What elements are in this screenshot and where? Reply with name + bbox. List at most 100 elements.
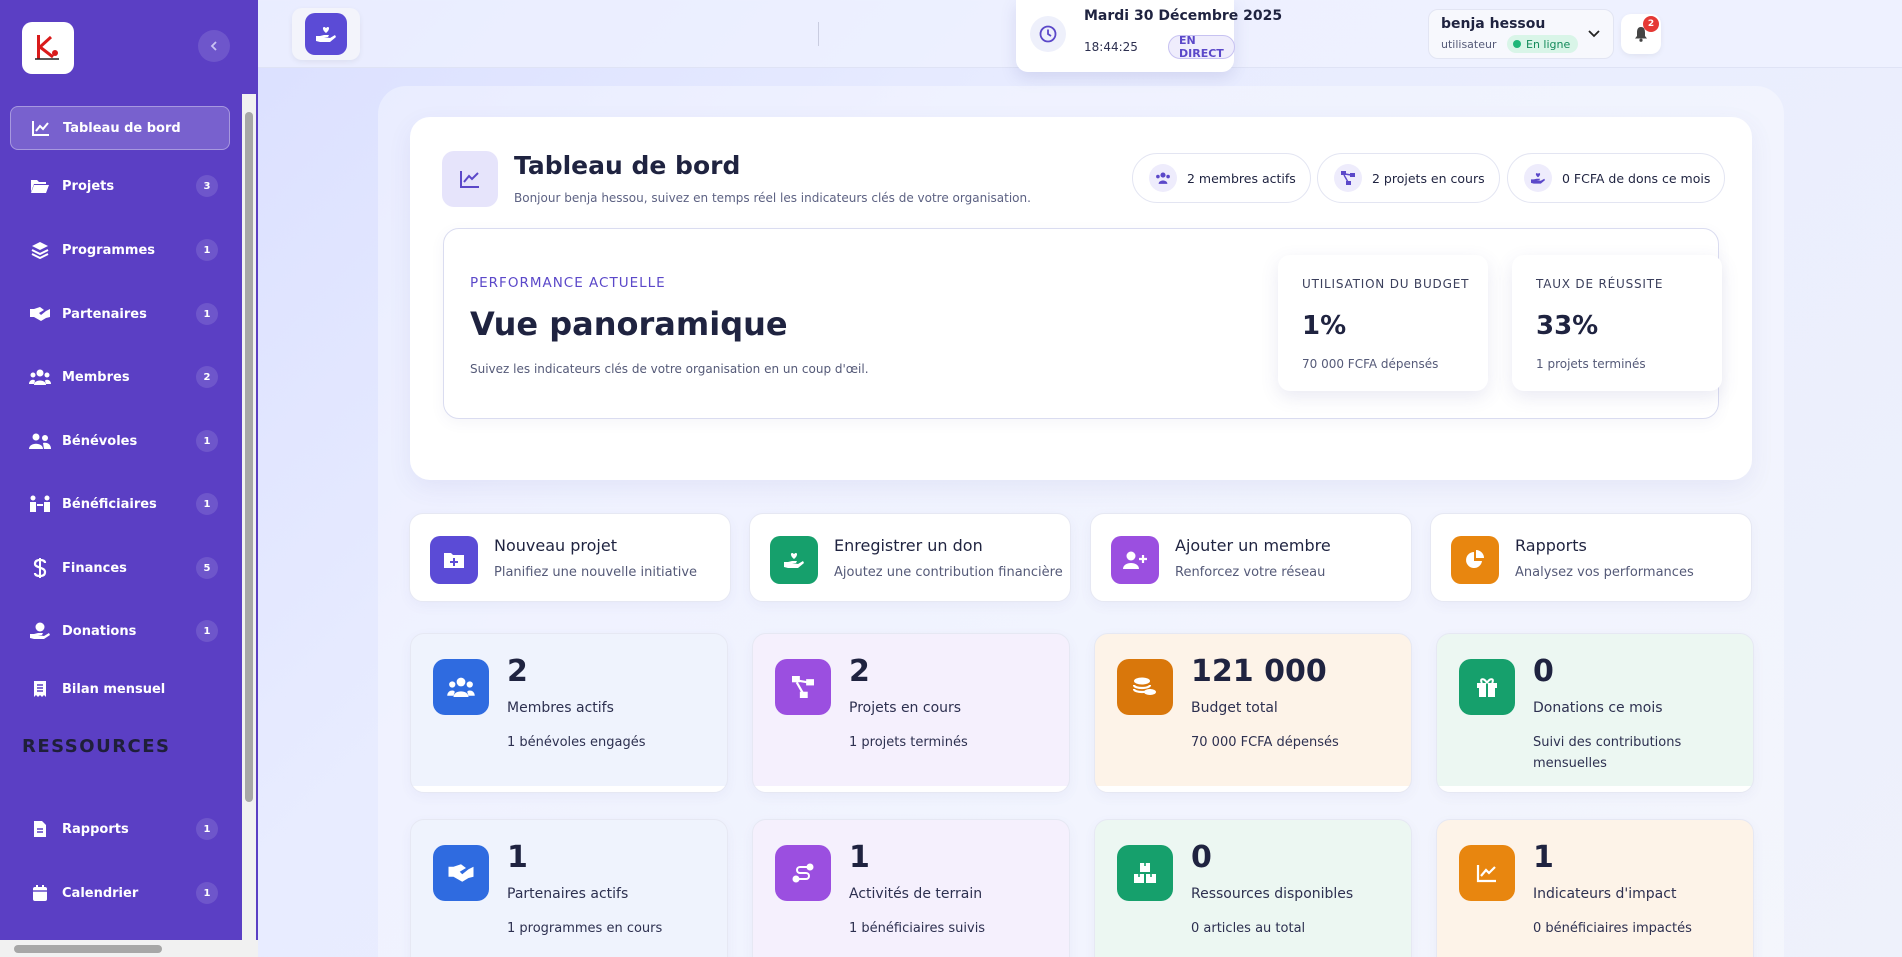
collapse-sidebar-button[interactable] xyxy=(198,30,230,62)
receipt-icon xyxy=(26,680,54,698)
stat-card-impact[interactable]: 1 Indicateurs d'impact 0 bénéficiaires i… xyxy=(1436,819,1754,957)
chevron-down-icon[interactable] xyxy=(1587,26,1601,40)
quick-action-reports[interactable]: Rapports Analysez vos performances xyxy=(1430,513,1752,602)
sidebar-item-beneficiaires[interactable]: Bénéficiaires 1 xyxy=(10,482,230,526)
stat-value: 2 xyxy=(849,654,870,689)
stat-label: Projets en cours xyxy=(849,700,962,716)
performance-panel: PERFORMANCE ACTUELLE Vue panoramique Sui… xyxy=(443,228,1722,419)
metric-value: 1% xyxy=(1302,311,1347,341)
sidebar-item-label: Programmes xyxy=(62,242,156,258)
chart-line-icon xyxy=(1459,845,1515,901)
coins-icon xyxy=(1117,659,1173,715)
user-name: benja hessou xyxy=(1441,16,1546,32)
pill-projects: 2 projets en cours xyxy=(1317,153,1500,203)
folder-open-icon xyxy=(26,178,54,194)
budget-usage-card: UTILISATION DU BUDGET 1% 70 000 FCFA dép… xyxy=(1278,255,1488,391)
quick-action-subtitle: Ajoutez une contribution financière xyxy=(834,565,1063,580)
quick-action-title: Nouveau projet xyxy=(494,536,617,555)
performance-heading: Vue panoramique xyxy=(470,305,788,343)
count-badge: 1 xyxy=(196,493,218,515)
sidebar-item-partenaires[interactable]: Partenaires 1 xyxy=(10,292,230,336)
stat-card-field-activities[interactable]: 1 Activités de terrain 1 bénéficiaires s… xyxy=(752,819,1070,957)
quick-action-subtitle: Renforcez votre réseau xyxy=(1175,565,1326,580)
sidebar-item-rapports[interactable]: Rapports 1 xyxy=(10,807,230,851)
sidebar-item-projets[interactable]: Projets 3 xyxy=(10,164,230,208)
stat-card-budget[interactable]: 121 000 Budget total 70 000 FCFA dépensé… xyxy=(1094,633,1412,793)
sidebar-horizontal-scrollbar[interactable] xyxy=(0,940,258,957)
sidebar-item-label: Calendrier xyxy=(62,885,139,901)
count-badge: 1 xyxy=(196,818,218,840)
handshake-icon xyxy=(26,306,54,322)
layer-group-icon xyxy=(26,241,54,259)
users-icon xyxy=(433,659,489,715)
status-label: En ligne xyxy=(1526,37,1571,51)
sidebar-item-bilan[interactable]: Bilan mensuel xyxy=(10,667,230,711)
stat-subtext: 1 programmes en cours xyxy=(507,921,663,936)
stat-label: Budget total xyxy=(1191,700,1278,716)
quick-action-record-donation[interactable]: Enregistrer un don Ajoutez une contribut… xyxy=(749,513,1071,602)
calendar-icon xyxy=(26,884,54,902)
stat-subtext: Suivi des contributions mensuelles xyxy=(1533,735,1682,771)
stat-card-members[interactable]: 2 Membres actifs 1 bénévoles engagés xyxy=(410,633,728,793)
sidebar-item-label: Membres xyxy=(62,369,130,385)
page-title: Tableau de bord xyxy=(514,151,741,180)
quick-action-add-member[interactable]: Ajouter un membre Renforcez votre réseau xyxy=(1090,513,1412,602)
stat-card-resources[interactable]: 0 Ressources disponibles 0 articles au t… xyxy=(1094,819,1412,957)
notification-count-badge: 2 xyxy=(1643,16,1659,32)
project-diagram-icon xyxy=(775,659,831,715)
notifications-button[interactable]: 2 xyxy=(1621,14,1661,54)
stat-label: Ressources disponibles xyxy=(1191,886,1354,902)
pill-members: 2 membres actifs xyxy=(1132,153,1311,203)
app-logo[interactable] xyxy=(22,22,74,74)
stat-accent-bar xyxy=(411,786,727,792)
stat-accent-bar xyxy=(1095,786,1411,792)
sidebar-item-membres[interactable]: Membres 2 xyxy=(10,355,230,399)
online-dot-icon xyxy=(1513,40,1521,48)
sidebar-item-dashboard[interactable]: Tableau de bord xyxy=(10,106,230,150)
route-icon xyxy=(775,845,831,901)
stat-card-partners[interactable]: 1 Partenaires actifs 1 programmes en cou… xyxy=(410,819,728,957)
sidebar-item-programmes[interactable]: Programmes 1 xyxy=(10,228,230,272)
metric-subtext: 1 projets terminés xyxy=(1536,357,1646,371)
sidebar-item-label: Bénévoles xyxy=(62,433,138,449)
hand-heart-icon xyxy=(305,13,347,55)
quick-action-subtitle: Planifiez une nouvelle initiative xyxy=(494,565,698,580)
scrollbar-thumb[interactable] xyxy=(14,945,162,953)
metric-subtext: 70 000 FCFA dépensés xyxy=(1302,357,1439,371)
sidebar-item-benevoles[interactable]: Bénévoles 1 xyxy=(10,419,230,463)
sidebar-item-label: Partenaires xyxy=(62,306,147,322)
stat-value: 1 xyxy=(507,840,528,875)
people-arrows-icon xyxy=(26,495,54,513)
count-badge: 1 xyxy=(196,430,218,452)
stat-value: 121 000 xyxy=(1191,654,1327,689)
org-icon-button[interactable] xyxy=(292,8,360,60)
user-plus-icon xyxy=(1111,536,1159,584)
count-badge: 1 xyxy=(196,882,218,904)
sidebar-item-donations[interactable]: Donations 1 xyxy=(10,609,230,653)
quick-action-new-project[interactable]: Nouveau projet Planifiez une nouvelle in… xyxy=(409,513,731,602)
current-date: Mardi 30 Décembre 2025 xyxy=(1084,8,1283,24)
stat-value: 2 xyxy=(507,654,528,689)
count-badge: 1 xyxy=(196,239,218,261)
scrollbar-thumb[interactable] xyxy=(245,112,253,802)
count-badge: 3 xyxy=(196,175,218,197)
project-diagram-icon xyxy=(1334,164,1362,192)
boxes-icon xyxy=(1117,845,1173,901)
sidebar-item-label: Donations xyxy=(62,623,137,639)
current-time: 18:44:25 xyxy=(1084,40,1138,54)
sidebar: Tableau de bord Projets 3 Programmes 1 P… xyxy=(0,0,258,957)
sidebar-item-finances[interactable]: Finances 5 xyxy=(10,546,230,590)
stat-accent-bar xyxy=(753,786,1069,792)
dollar-icon xyxy=(26,558,54,578)
sidebar-item-label: Tableau de bord xyxy=(63,120,181,136)
stat-subtext: 1 projets terminés xyxy=(849,735,968,750)
stat-card-donations[interactable]: 0 Donations ce mois Suivi des contributi… xyxy=(1436,633,1754,793)
sidebar-vertical-scrollbar[interactable] xyxy=(242,94,256,940)
sidebar-item-calendrier[interactable]: Calendrier 1 xyxy=(10,871,230,915)
stat-accent-bar xyxy=(1437,786,1753,792)
sidebar-item-label: Bénéficiaires xyxy=(62,496,157,512)
user-menu[interactable]: benja hessou utilisateur En ligne xyxy=(1428,9,1614,59)
stat-value: 1 xyxy=(849,840,870,875)
stat-subtext: 0 bénéficiaires impactés xyxy=(1533,921,1692,936)
stat-card-projects[interactable]: 2 Projets en cours 1 projets terminés xyxy=(752,633,1070,793)
